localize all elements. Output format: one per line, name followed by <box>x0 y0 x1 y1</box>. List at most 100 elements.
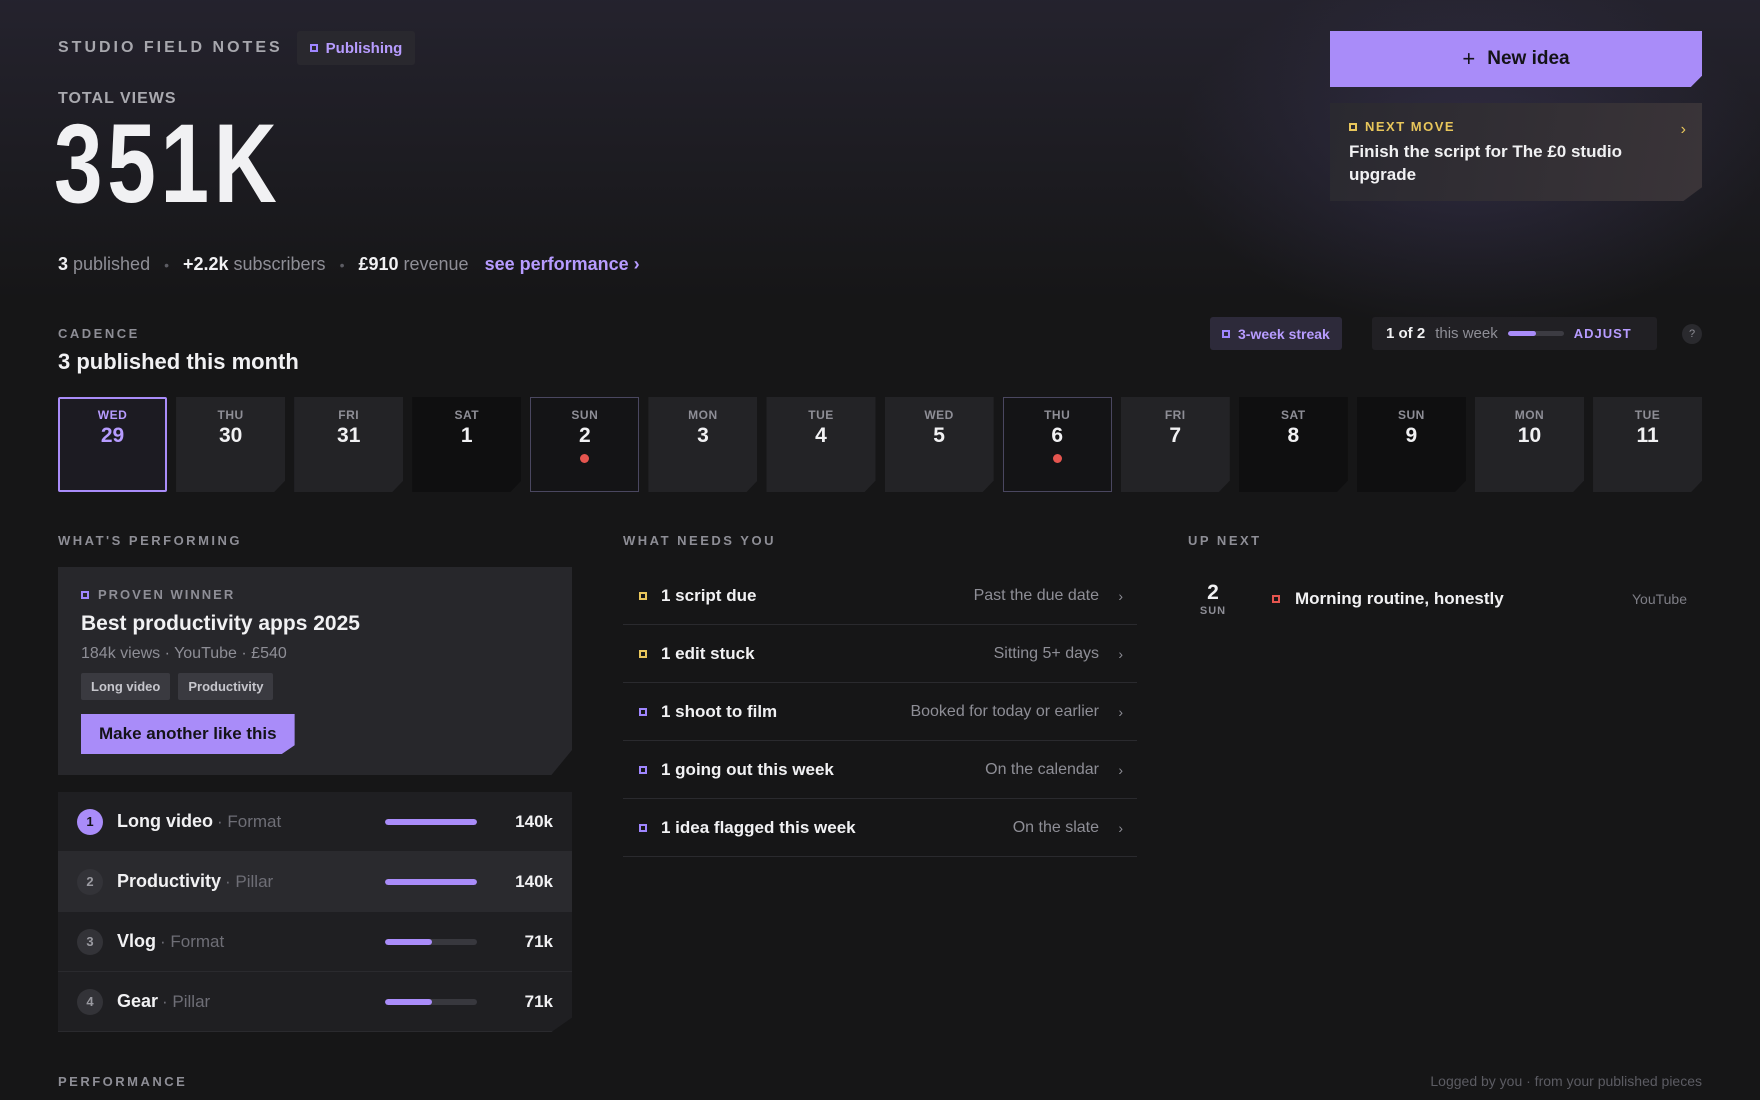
calendar-day[interactable]: THU 30 <box>176 397 286 492</box>
status-badge-label: Publishing <box>325 39 403 57</box>
needs-item[interactable]: 1 shoot to film Booked for today or earli… <box>623 683 1137 741</box>
calendar-strip: WED 29 THU 30 FRI 31 SAT 1 SUN 2 MON 3 TUE 4 WED 5 THU 6 F… <box>58 397 1703 492</box>
rank-number: 4 <box>77 988 103 1015</box>
weekly-goal: 1 of 2 this week ADJUST <box>1372 317 1657 350</box>
square-icon <box>639 823 647 832</box>
rank-value: 71k <box>524 931 553 951</box>
needs-item-title: 1 edit stuck <box>661 643 755 663</box>
rank-label: Long video <box>117 811 213 831</box>
day-of-week: SAT <box>454 408 480 422</box>
rank-bar-fill <box>385 818 477 825</box>
week-progress-fill <box>1507 331 1536 336</box>
winner-tags: Long video Productivity <box>81 673 549 700</box>
ranking-row[interactable]: 2 Productivity · Pillar 140k <box>58 852 572 912</box>
published-count: 3 <box>58 254 69 274</box>
day-number: 31 <box>337 424 361 447</box>
day-of-week: FRI <box>338 408 360 422</box>
calendar-day[interactable]: SAT 1 <box>412 397 522 492</box>
needs-item-title: 1 shoot to film <box>661 701 778 721</box>
rank-label: Vlog <box>117 931 156 951</box>
needs-item[interactable]: 1 edit stuck Sitting 5+ days › <box>623 625 1137 683</box>
needs-item[interactable]: 1 script due Past the due date › <box>623 567 1137 625</box>
proven-winner-label: PROVEN WINNER <box>98 587 236 602</box>
rank-label: Productivity <box>117 871 222 891</box>
performance-label: PERFORMANCE <box>58 1074 188 1089</box>
needs-item-detail: Sitting 5+ days <box>993 644 1099 662</box>
rank-label: Gear <box>117 991 159 1011</box>
dashboard: STUDIO FIELD NOTES Publishing TOTAL VIEW… <box>54 0 1703 1100</box>
day-of-week: THU <box>217 408 244 422</box>
chevron-right-icon: › <box>1680 121 1686 138</box>
day-number: 6 <box>1051 424 1063 447</box>
needs-item-detail: On the slate <box>1012 818 1099 836</box>
week-count: 1 of 2 <box>1386 325 1426 342</box>
winner-meta: 184k views · YouTube · £540 <box>81 645 287 662</box>
performance-note: Logged by you · from your published piec… <box>1430 1073 1702 1089</box>
calendar-day[interactable]: WED 5 <box>884 397 994 492</box>
square-icon <box>81 590 89 599</box>
streak-label: 3-week streak <box>1238 325 1330 342</box>
day-of-week: MON <box>1514 408 1545 422</box>
upnext-item[interactable]: 2 SUN Morning routine, honestly YouTube <box>1188 578 1702 620</box>
next-move-text: Finish the script for The £0 studio upgr… <box>1349 142 1622 184</box>
revenue-label: revenue <box>403 254 469 274</box>
cadence-title: 3 published this month <box>58 349 299 374</box>
day-of-week: SUN <box>1397 408 1425 422</box>
rank-bar-fill <box>385 878 477 885</box>
rank-category: · Pillar <box>162 991 211 1011</box>
calendar-day[interactable]: TUE 11 <box>1593 397 1703 492</box>
calendar-day[interactable]: THU 6 <box>1002 397 1112 492</box>
square-icon <box>639 707 647 716</box>
ranking-row[interactable]: 3 Vlog · Format 71k <box>58 912 572 972</box>
ranking-row[interactable]: 1 Long video · Format 140k <box>58 792 572 852</box>
brand-title: STUDIO FIELD NOTES <box>58 39 283 56</box>
day-of-week: SAT <box>1281 408 1306 422</box>
square-icon <box>1272 595 1280 603</box>
make-another-button[interactable]: Make another like this <box>81 714 295 754</box>
next-move-card[interactable]: NEXT MOVE Finish the script for The £0 s… <box>1330 103 1702 201</box>
proven-winner-card: PROVEN WINNER Best productivity apps 202… <box>58 567 572 775</box>
square-icon <box>639 765 647 774</box>
calendar-day[interactable]: MON 3 <box>648 397 758 492</box>
day-number: 1 <box>460 424 473 447</box>
calendar-day[interactable]: MON 10 <box>1474 397 1585 492</box>
upnext-date: 2 SUN <box>1188 582 1238 617</box>
calendar-day[interactable]: SUN 9 <box>1356 397 1466 492</box>
ranking-row[interactable]: 4 Gear · Pillar 71k <box>58 972 572 1032</box>
chevron-right-icon: › <box>1118 587 1123 604</box>
calendar-day[interactable]: TUE 4 <box>766 397 876 492</box>
new-idea-button[interactable]: + New idea <box>1330 31 1702 87</box>
day-number: 3 <box>697 424 709 447</box>
square-icon <box>309 44 318 52</box>
day-number: 5 <box>933 424 945 447</box>
rank-value: 140k <box>515 811 553 831</box>
day-number: 9 <box>1405 424 1418 447</box>
needs-item-title: 1 script due <box>661 585 757 605</box>
status-badge[interactable]: Publishing <box>296 31 416 65</box>
see-performance-link[interactable]: see performance › <box>485 254 640 275</box>
rank-bar <box>385 998 477 1005</box>
square-icon <box>639 649 647 658</box>
cadence-label: CADENCE <box>58 326 140 341</box>
day-number: 10 <box>1517 424 1542 447</box>
performing-label: WHAT'S PERFORMING <box>58 533 243 548</box>
day-of-week: FRI <box>1164 408 1186 422</box>
rank-value: 140k <box>515 871 553 891</box>
adjust-button[interactable]: ADJUST <box>1574 326 1632 341</box>
square-icon <box>1349 122 1357 131</box>
calendar-day[interactable]: SUN 2 <box>530 397 640 492</box>
day-of-week: WED <box>924 408 954 422</box>
square-icon <box>1222 329 1230 338</box>
day-of-week: SUN <box>571 408 599 422</box>
needs-item[interactable]: 1 idea flagged this week On the slate › <box>623 799 1137 857</box>
calendar-day[interactable]: FRI 7 <box>1120 397 1230 492</box>
subscribers-label: subscribers <box>233 254 326 274</box>
needs-item[interactable]: 1 going out this week On the calendar › <box>623 741 1137 799</box>
upnext-title: Morning routine, honestly <box>1295 589 1504 608</box>
calendar-day[interactable]: SAT 8 <box>1238 397 1348 492</box>
calendar-day[interactable]: FRI 31 <box>294 397 404 492</box>
help-icon[interactable]: ? <box>1682 324 1702 344</box>
calendar-day[interactable]: WED 29 <box>58 397 168 492</box>
day-number: 8 <box>1287 424 1300 447</box>
proven-winner-header: PROVEN WINNER <box>81 587 549 602</box>
